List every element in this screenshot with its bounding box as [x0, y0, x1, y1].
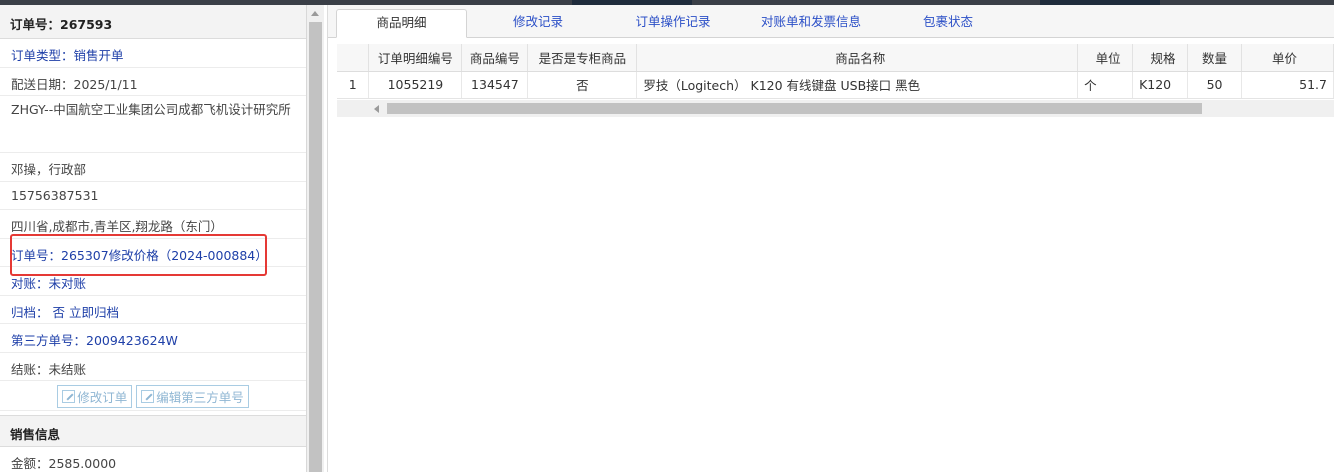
column-header-product-no[interactable]: 商品编号 — [461, 44, 529, 72]
spec-cell: K120 — [1132, 71, 1189, 99]
edit-order-button[interactable]: 修改订单 — [57, 385, 133, 408]
column-header-spec[interactable]: 规格 — [1132, 44, 1189, 72]
table-row[interactable]: 1 1055219 134547 否 罗技（Logitech） K120 有线键… — [337, 71, 1334, 99]
column-header-unit-price[interactable]: 单价 — [1241, 44, 1334, 72]
tab-modify-records[interactable]: 修改记录 — [488, 9, 588, 38]
order-type: 订单类型：销售开单 — [0, 39, 306, 68]
edit-third-party-label: 编辑第三方单号 — [156, 390, 244, 405]
archive-label: 归档： — [11, 304, 49, 320]
contact-person: 邓操，行政部 — [0, 153, 306, 182]
highlight-box — [10, 234, 267, 276]
row-index: 1 — [337, 71, 370, 99]
column-header-unit[interactable]: 单位 — [1077, 44, 1134, 72]
unit-price-cell: 51.7 — [1241, 71, 1334, 99]
product-detail-table: 订单明细编号 商品编号 是否是专柜商品 商品名称 单位 规格 数量 单价 1 1… — [337, 44, 1334, 99]
product-number-link[interactable]: 134547 — [461, 71, 529, 99]
column-header-index — [337, 44, 370, 72]
tab-operation-records[interactable]: 订单操作记录 — [618, 9, 728, 38]
unit-cell: 个 — [1077, 71, 1134, 99]
table-header-row: 订单明细编号 商品编号 是否是专柜商品 商品名称 单位 规格 数量 单价 — [337, 44, 1334, 72]
column-header-product-name[interactable]: 商品名称 — [636, 44, 1079, 72]
third-party-number: 第三方单号：2009423624W — [0, 324, 306, 353]
counter-product-cell: 否 — [527, 71, 638, 99]
detail-panel: 商品明细 修改记录 订单操作记录 对账单和发票信息 包裹状态 订单明细编号 商品… — [327, 5, 1334, 472]
sales-amount: 金额：2585.0000 — [0, 447, 306, 472]
quantity-cell: 50 — [1187, 71, 1242, 99]
tab-product-details[interactable]: 商品明细 — [336, 9, 467, 38]
archive-now-link[interactable]: 立即归档 — [69, 305, 119, 320]
scroll-up-arrow-icon[interactable] — [311, 11, 319, 16]
edit-icon — [62, 390, 76, 403]
tab-package-status[interactable]: 包裹状态 — [903, 9, 993, 38]
order-number-header: 订单号：267593 — [0, 5, 306, 39]
column-header-counter[interactable]: 是否是专柜商品 — [527, 44, 638, 72]
scrollbar-thumb[interactable] — [309, 22, 322, 472]
tab-statement-invoice[interactable]: 对账单和发票信息 — [746, 9, 876, 38]
edit-third-party-button[interactable]: 编辑第三方单号 — [136, 385, 249, 408]
column-header-detail-no[interactable]: 订单明细编号 — [368, 44, 463, 72]
edit-icon — [141, 390, 155, 403]
horizontal-scrollbar-thumb[interactable] — [387, 103, 1202, 114]
settle-status: 结账：未结账 — [0, 353, 306, 381]
customer-name: ZHGY--中国航空工业集团公司成都飞机设计研究所 — [0, 96, 306, 153]
scroll-left-arrow-icon[interactable] — [374, 105, 379, 113]
product-name-link[interactable]: 罗技（Logitech） K120 有线键盘 USB接口 黑色 — [636, 71, 1079, 99]
detail-tabs: 商品明细 修改记录 订单操作记录 对账单和发票信息 包裹状态 — [328, 5, 1334, 38]
archive-value: 否 — [52, 304, 66, 320]
left-panel-scrollbar[interactable] — [307, 5, 324, 472]
phone-number: 15756387531 — [0, 182, 306, 210]
table-horizontal-scrollbar[interactable] — [337, 100, 1334, 117]
detail-number-cell: 1055219 — [368, 71, 463, 99]
archive-row: 归档： 否 立即归档 — [0, 296, 306, 324]
order-action-buttons: 修改订单 编辑第三方单号 — [0, 381, 306, 411]
edit-order-label: 修改订单 — [77, 390, 128, 405]
delivery-date: 配送日期：2025/1/11 — [0, 68, 306, 96]
column-header-quantity[interactable]: 数量 — [1187, 44, 1242, 72]
sales-info-header: 销售信息 — [0, 415, 306, 447]
